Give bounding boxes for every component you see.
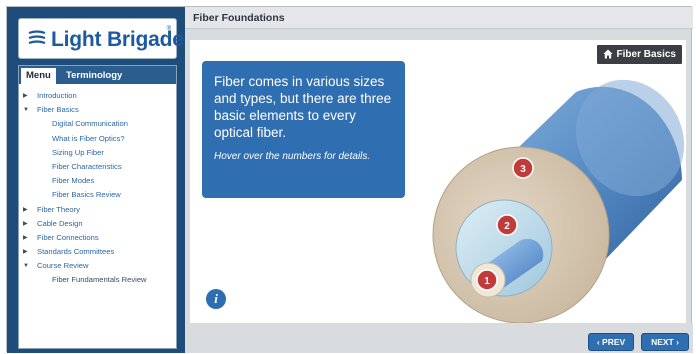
caret-right-icon: ▶ <box>23 206 28 213</box>
marker-1-label: 1 <box>484 276 490 287</box>
menu-item-label: Fiber Fundamentals Review <box>52 275 147 285</box>
course-title: Fiber Foundations <box>193 12 285 24</box>
menu-page[interactable]: What is Fiber Optics? <box>23 132 176 146</box>
course-menu: ▶ Introduction ▼ Fiber Basics Digital Commun… <box>19 84 176 288</box>
menu-page[interactable]: Fiber Characteristics <box>23 160 176 174</box>
header-bar: Fiber Foundations <box>185 7 693 29</box>
menu-page[interactable]: Digital Communication <box>23 117 176 131</box>
menu-item-label: Introduction <box>37 91 77 100</box>
menu-page[interactable]: Fiber Modes <box>23 174 176 188</box>
menu-item-label: Digital Communication <box>52 119 128 129</box>
section-badge-label: Fiber Basics <box>616 49 676 60</box>
info-card-hint: Hover over the numbers for details. <box>214 151 371 162</box>
light-brigade-logo-icon <box>28 30 46 45</box>
info-card-text: Fiber comes in various sizes and types, … <box>214 74 392 140</box>
menu-item-label: Fiber Modes <box>52 176 95 186</box>
menu-item-label: What is Fiber Optics? <box>52 133 125 143</box>
left-sidebar: Light Brigade ® Menu Terminology ▶ Introd… <box>7 7 185 353</box>
menu-item-label: Cable Design <box>37 218 83 228</box>
menu-page[interactable]: Sizing Up Fiber <box>23 146 176 160</box>
menu-section[interactable]: ▼ Fiber Basics <box>23 103 176 117</box>
menu-item-label: Standards Committees <box>37 247 115 257</box>
marker-3[interactable]: 3 <box>512 157 534 179</box>
menu-item-label: Fiber Basics <box>37 105 79 115</box>
logo-registered-mark: ® <box>166 26 171 32</box>
menu-section[interactable]: ▶ Cable Design <box>23 217 176 231</box>
panel-tabs: Menu Terminology <box>19 66 176 84</box>
footer-bar: ‹ PREV NEXT › <box>185 323 693 353</box>
home-icon <box>602 49 613 59</box>
menu-section[interactable]: ▶ Fiber Theory <box>23 203 176 217</box>
section-badge[interactable]: Fiber Basics <box>596 45 682 64</box>
menu-section[interactable]: ▼ Course Review <box>23 259 176 273</box>
info-card: Fiber comes in various sizes and types, … <box>202 61 405 198</box>
menu-item-label: Fiber Basics Review <box>52 190 121 200</box>
caret-right-icon: ▶ <box>23 93 28 99</box>
tab-terminology[interactable]: Terminology <box>61 68 127 84</box>
menu-item-label: Fiber Theory <box>37 204 80 214</box>
course-player: Light Brigade ® Menu Terminology ▶ Introd… <box>6 6 693 353</box>
logo: Light Brigade ® <box>18 18 184 59</box>
caret-right-icon: ▶ <box>23 234 28 241</box>
menu-page[interactable]: Fiber Basics Review <box>23 188 176 202</box>
marker-2-label: 2 <box>504 221 510 232</box>
tab-menu[interactable]: Menu <box>21 68 56 84</box>
slide-content: Fiber Basics Fiber comes in various size… <box>190 40 686 323</box>
marker-1[interactable]: 1 <box>476 269 498 291</box>
fiber-cross-section-diagram: 3 2 1 <box>432 79 685 323</box>
marker-3-label: 3 <box>520 164 526 175</box>
next-button[interactable]: NEXT › <box>641 333 689 351</box>
caret-right-icon: ▶ <box>23 220 28 227</box>
caret-down-icon: ▼ <box>23 263 29 270</box>
menu-page[interactable]: Fiber Fundamentals Review <box>23 273 176 287</box>
logo-text: Light Brigade <box>51 28 184 51</box>
navigation-panel: Menu Terminology ▶ Introduction ▼ Fiber Bas… <box>18 65 177 349</box>
marker-2[interactable]: 2 <box>496 214 518 236</box>
prev-button[interactable]: ‹ PREV <box>588 333 634 351</box>
menu-section[interactable]: ▶ Introduction <box>23 89 176 103</box>
menu-item-label: Sizing Up Fiber <box>52 147 104 157</box>
menu-section[interactable]: ▶ Fiber Connections <box>23 231 176 245</box>
caret-down-icon: ▼ <box>23 107 29 114</box>
menu-item-label: Course Review <box>37 261 89 271</box>
menu-item-label: Fiber Characteristics <box>52 161 122 171</box>
info-icon[interactable]: i <box>206 289 226 309</box>
menu-item-label: Fiber Connections <box>37 232 99 242</box>
caret-right-icon: ▶ <box>23 249 28 256</box>
menu-section[interactable]: ▶ Standards Committees <box>23 245 176 259</box>
